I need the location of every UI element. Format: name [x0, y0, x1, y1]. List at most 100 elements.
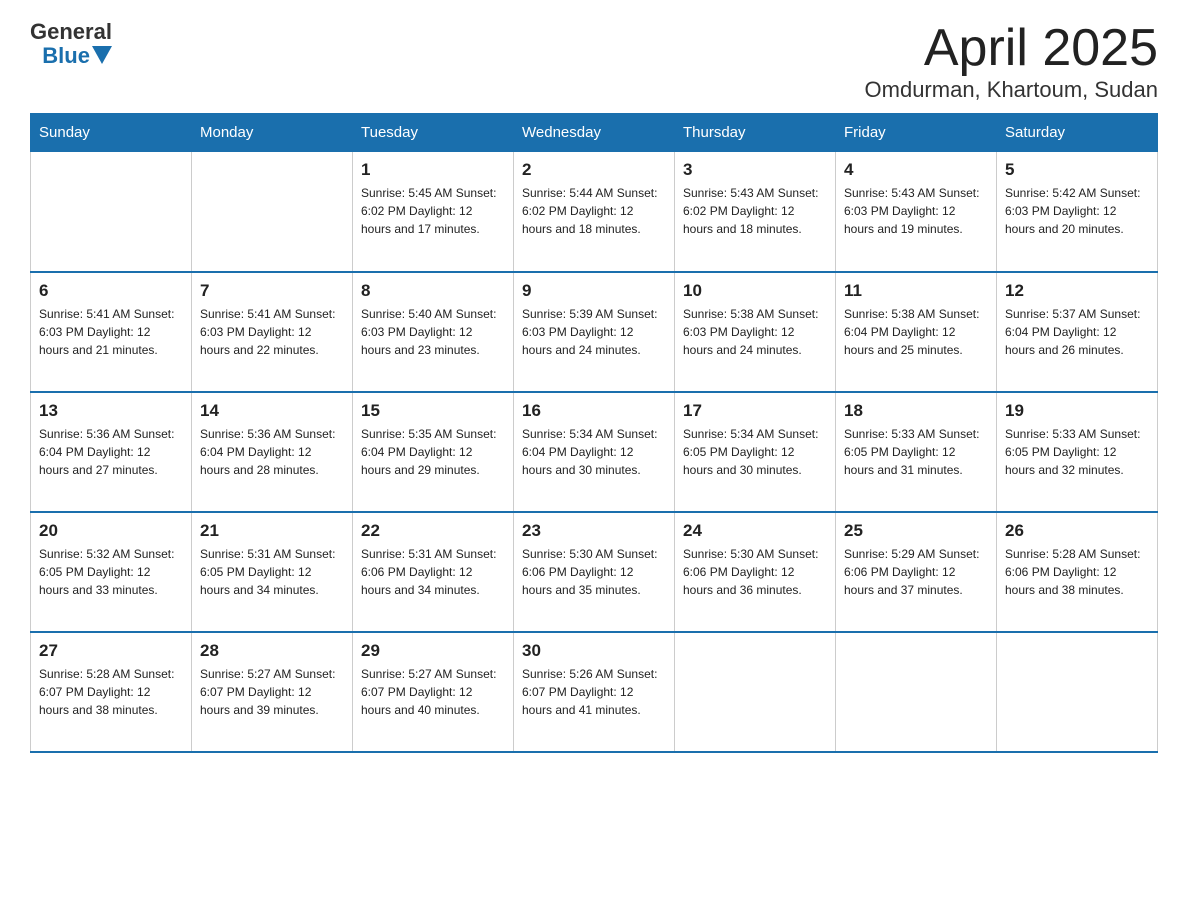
- day-info: Sunrise: 5:30 AM Sunset: 6:06 PM Dayligh…: [683, 545, 827, 599]
- day-number: 11: [844, 281, 988, 301]
- day-number: 16: [522, 401, 666, 421]
- day-info: Sunrise: 5:38 AM Sunset: 6:03 PM Dayligh…: [683, 305, 827, 359]
- logo-general: General: [30, 20, 112, 44]
- page-header: General Blue April 2025 Omdurman, Kharto…: [30, 20, 1158, 103]
- day-number: 21: [200, 521, 344, 541]
- day-number: 17: [683, 401, 827, 421]
- day-number: 27: [39, 641, 183, 661]
- day-info: Sunrise: 5:43 AM Sunset: 6:03 PM Dayligh…: [844, 184, 988, 238]
- day-info: Sunrise: 5:43 AM Sunset: 6:02 PM Dayligh…: [683, 184, 827, 238]
- calendar-cell: 14 Sunrise: 5:36 AM Sunset: 6:04 PM Dayli…: [192, 392, 353, 512]
- day-number: 14: [200, 401, 344, 421]
- calendar-cell: 29 Sunrise: 5:27 AM Sunset: 6:07 PM Dayli…: [353, 632, 514, 752]
- calendar-body: 1Sunrise: 5:45 AM Sunset: 6:02 PM Daylig…: [31, 152, 1158, 752]
- day-info: Sunrise: 5:27 AM Sunset: 6:07 PM Dayligh…: [361, 665, 505, 719]
- header-wednesday: Wednesday: [514, 114, 675, 152]
- calendar-cell: [192, 152, 353, 272]
- calendar-cell: 8 Sunrise: 5:40 AM Sunset: 6:03 PM Daylig…: [353, 272, 514, 392]
- calendar-cell: 17 Sunrise: 5:34 AM Sunset: 6:05 PM Dayli…: [675, 392, 836, 512]
- day-number: 12: [1005, 281, 1149, 301]
- calendar-cell: [997, 632, 1158, 752]
- calendar-cell: 28Sunrise: 5:27 AM Sunset: 6:07 PM Dayli…: [192, 632, 353, 752]
- day-info: Sunrise: 5:28 AM Sunset: 6:07 PM Dayligh…: [39, 665, 183, 719]
- calendar-cell: 4 Sunrise: 5:43 AM Sunset: 6:03 PM Daylig…: [836, 152, 997, 272]
- header-row: Sunday Monday Tuesday Wednesday Thursday…: [31, 114, 1158, 152]
- day-number: 3: [683, 160, 827, 180]
- calendar-cell: 21 Sunrise: 5:31 AM Sunset: 6:05 PM Dayli…: [192, 512, 353, 632]
- calendar-cell: 3 Sunrise: 5:43 AM Sunset: 6:02 PM Daylig…: [675, 152, 836, 272]
- day-info: Sunrise: 5:38 AM Sunset: 6:04 PM Dayligh…: [844, 305, 988, 359]
- day-info: Sunrise: 5:26 AM Sunset: 6:07 PM Dayligh…: [522, 665, 666, 719]
- day-info: Sunrise: 5:41 AM Sunset: 6:03 PM Dayligh…: [39, 305, 183, 359]
- day-number: 24: [683, 521, 827, 541]
- day-number: 4: [844, 160, 988, 180]
- logo-triangle-icon: [92, 46, 112, 66]
- header-friday: Friday: [836, 114, 997, 152]
- calendar-cell: 30Sunrise: 5:26 AM Sunset: 6:07 PM Dayli…: [514, 632, 675, 752]
- calendar-cell: 23Sunrise: 5:30 AM Sunset: 6:06 PM Dayli…: [514, 512, 675, 632]
- calendar-cell: 11 Sunrise: 5:38 AM Sunset: 6:04 PM Dayli…: [836, 272, 997, 392]
- day-info: Sunrise: 5:32 AM Sunset: 6:05 PM Dayligh…: [39, 545, 183, 599]
- calendar-cell: [675, 632, 836, 752]
- day-number: 20: [39, 521, 183, 541]
- day-info: Sunrise: 5:35 AM Sunset: 6:04 PM Dayligh…: [361, 425, 505, 479]
- day-info: Sunrise: 5:39 AM Sunset: 6:03 PM Dayligh…: [522, 305, 666, 359]
- day-number: 8: [361, 281, 505, 301]
- week-row-0: 1Sunrise: 5:45 AM Sunset: 6:02 PM Daylig…: [31, 152, 1158, 272]
- calendar-cell: [836, 632, 997, 752]
- day-info: Sunrise: 5:33 AM Sunset: 6:05 PM Dayligh…: [844, 425, 988, 479]
- logo: General Blue: [30, 20, 112, 68]
- calendar-table: Sunday Monday Tuesday Wednesday Thursday…: [30, 113, 1158, 753]
- day-info: Sunrise: 5:41 AM Sunset: 6:03 PM Dayligh…: [200, 305, 344, 359]
- header-saturday: Saturday: [997, 114, 1158, 152]
- calendar-cell: 2 Sunrise: 5:44 AM Sunset: 6:02 PM Daylig…: [514, 152, 675, 272]
- day-info: Sunrise: 5:36 AM Sunset: 6:04 PM Dayligh…: [200, 425, 344, 479]
- day-number: 9: [522, 281, 666, 301]
- day-info: Sunrise: 5:27 AM Sunset: 6:07 PM Dayligh…: [200, 665, 344, 719]
- header-monday: Monday: [192, 114, 353, 152]
- header-tuesday: Tuesday: [353, 114, 514, 152]
- day-number: 5: [1005, 160, 1149, 180]
- calendar-cell: 25 Sunrise: 5:29 AM Sunset: 6:06 PM Dayli…: [836, 512, 997, 632]
- day-info: Sunrise: 5:42 AM Sunset: 6:03 PM Dayligh…: [1005, 184, 1149, 238]
- day-info: Sunrise: 5:33 AM Sunset: 6:05 PM Dayligh…: [1005, 425, 1149, 479]
- day-number: 18: [844, 401, 988, 421]
- calendar-cell: 10Sunrise: 5:38 AM Sunset: 6:03 PM Dayli…: [675, 272, 836, 392]
- calendar-cell: 16 Sunrise: 5:34 AM Sunset: 6:04 PM Dayli…: [514, 392, 675, 512]
- day-info: Sunrise: 5:34 AM Sunset: 6:04 PM Dayligh…: [522, 425, 666, 479]
- day-number: 6: [39, 281, 183, 301]
- day-number: 29: [361, 641, 505, 661]
- calendar-cell: 27 Sunrise: 5:28 AM Sunset: 6:07 PM Dayli…: [31, 632, 192, 752]
- week-row-3: 20 Sunrise: 5:32 AM Sunset: 6:05 PM Dayli…: [31, 512, 1158, 632]
- day-info: Sunrise: 5:34 AM Sunset: 6:05 PM Dayligh…: [683, 425, 827, 479]
- day-info: Sunrise: 5:29 AM Sunset: 6:06 PM Dayligh…: [844, 545, 988, 599]
- calendar-cell: 13 Sunrise: 5:36 AM Sunset: 6:04 PM Dayli…: [31, 392, 192, 512]
- week-row-4: 27 Sunrise: 5:28 AM Sunset: 6:07 PM Dayli…: [31, 632, 1158, 752]
- day-info: Sunrise: 5:37 AM Sunset: 6:04 PM Dayligh…: [1005, 305, 1149, 359]
- day-info: Sunrise: 5:31 AM Sunset: 6:05 PM Dayligh…: [200, 545, 344, 599]
- day-number: 2: [522, 160, 666, 180]
- day-info: Sunrise: 5:31 AM Sunset: 6:06 PM Dayligh…: [361, 545, 505, 599]
- calendar-cell: 26Sunrise: 5:28 AM Sunset: 6:06 PM Dayli…: [997, 512, 1158, 632]
- day-info: Sunrise: 5:30 AM Sunset: 6:06 PM Dayligh…: [522, 545, 666, 599]
- day-number: 26: [1005, 521, 1149, 541]
- day-info: Sunrise: 5:44 AM Sunset: 6:02 PM Dayligh…: [522, 184, 666, 238]
- title-block: April 2025 Omdurman, Khartoum, Sudan: [865, 20, 1158, 103]
- logo-blue: Blue: [42, 44, 90, 68]
- calendar-cell: 6 Sunrise: 5:41 AM Sunset: 6:03 PM Daylig…: [31, 272, 192, 392]
- day-number: 25: [844, 521, 988, 541]
- calendar-cell: [31, 152, 192, 272]
- calendar-cell: 20 Sunrise: 5:32 AM Sunset: 6:05 PM Dayli…: [31, 512, 192, 632]
- location-subtitle: Omdurman, Khartoum, Sudan: [865, 77, 1158, 103]
- day-number: 22: [361, 521, 505, 541]
- calendar-cell: 24 Sunrise: 5:30 AM Sunset: 6:06 PM Dayli…: [675, 512, 836, 632]
- day-number: 13: [39, 401, 183, 421]
- header-sunday: Sunday: [31, 114, 192, 152]
- day-info: Sunrise: 5:45 AM Sunset: 6:02 PM Dayligh…: [361, 184, 505, 238]
- calendar-cell: 12 Sunrise: 5:37 AM Sunset: 6:04 PM Dayli…: [997, 272, 1158, 392]
- day-info: Sunrise: 5:36 AM Sunset: 6:04 PM Dayligh…: [39, 425, 183, 479]
- calendar-cell: 1Sunrise: 5:45 AM Sunset: 6:02 PM Daylig…: [353, 152, 514, 272]
- calendar-cell: 9 Sunrise: 5:39 AM Sunset: 6:03 PM Daylig…: [514, 272, 675, 392]
- day-info: Sunrise: 5:40 AM Sunset: 6:03 PM Dayligh…: [361, 305, 505, 359]
- calendar-header: Sunday Monday Tuesday Wednesday Thursday…: [31, 114, 1158, 152]
